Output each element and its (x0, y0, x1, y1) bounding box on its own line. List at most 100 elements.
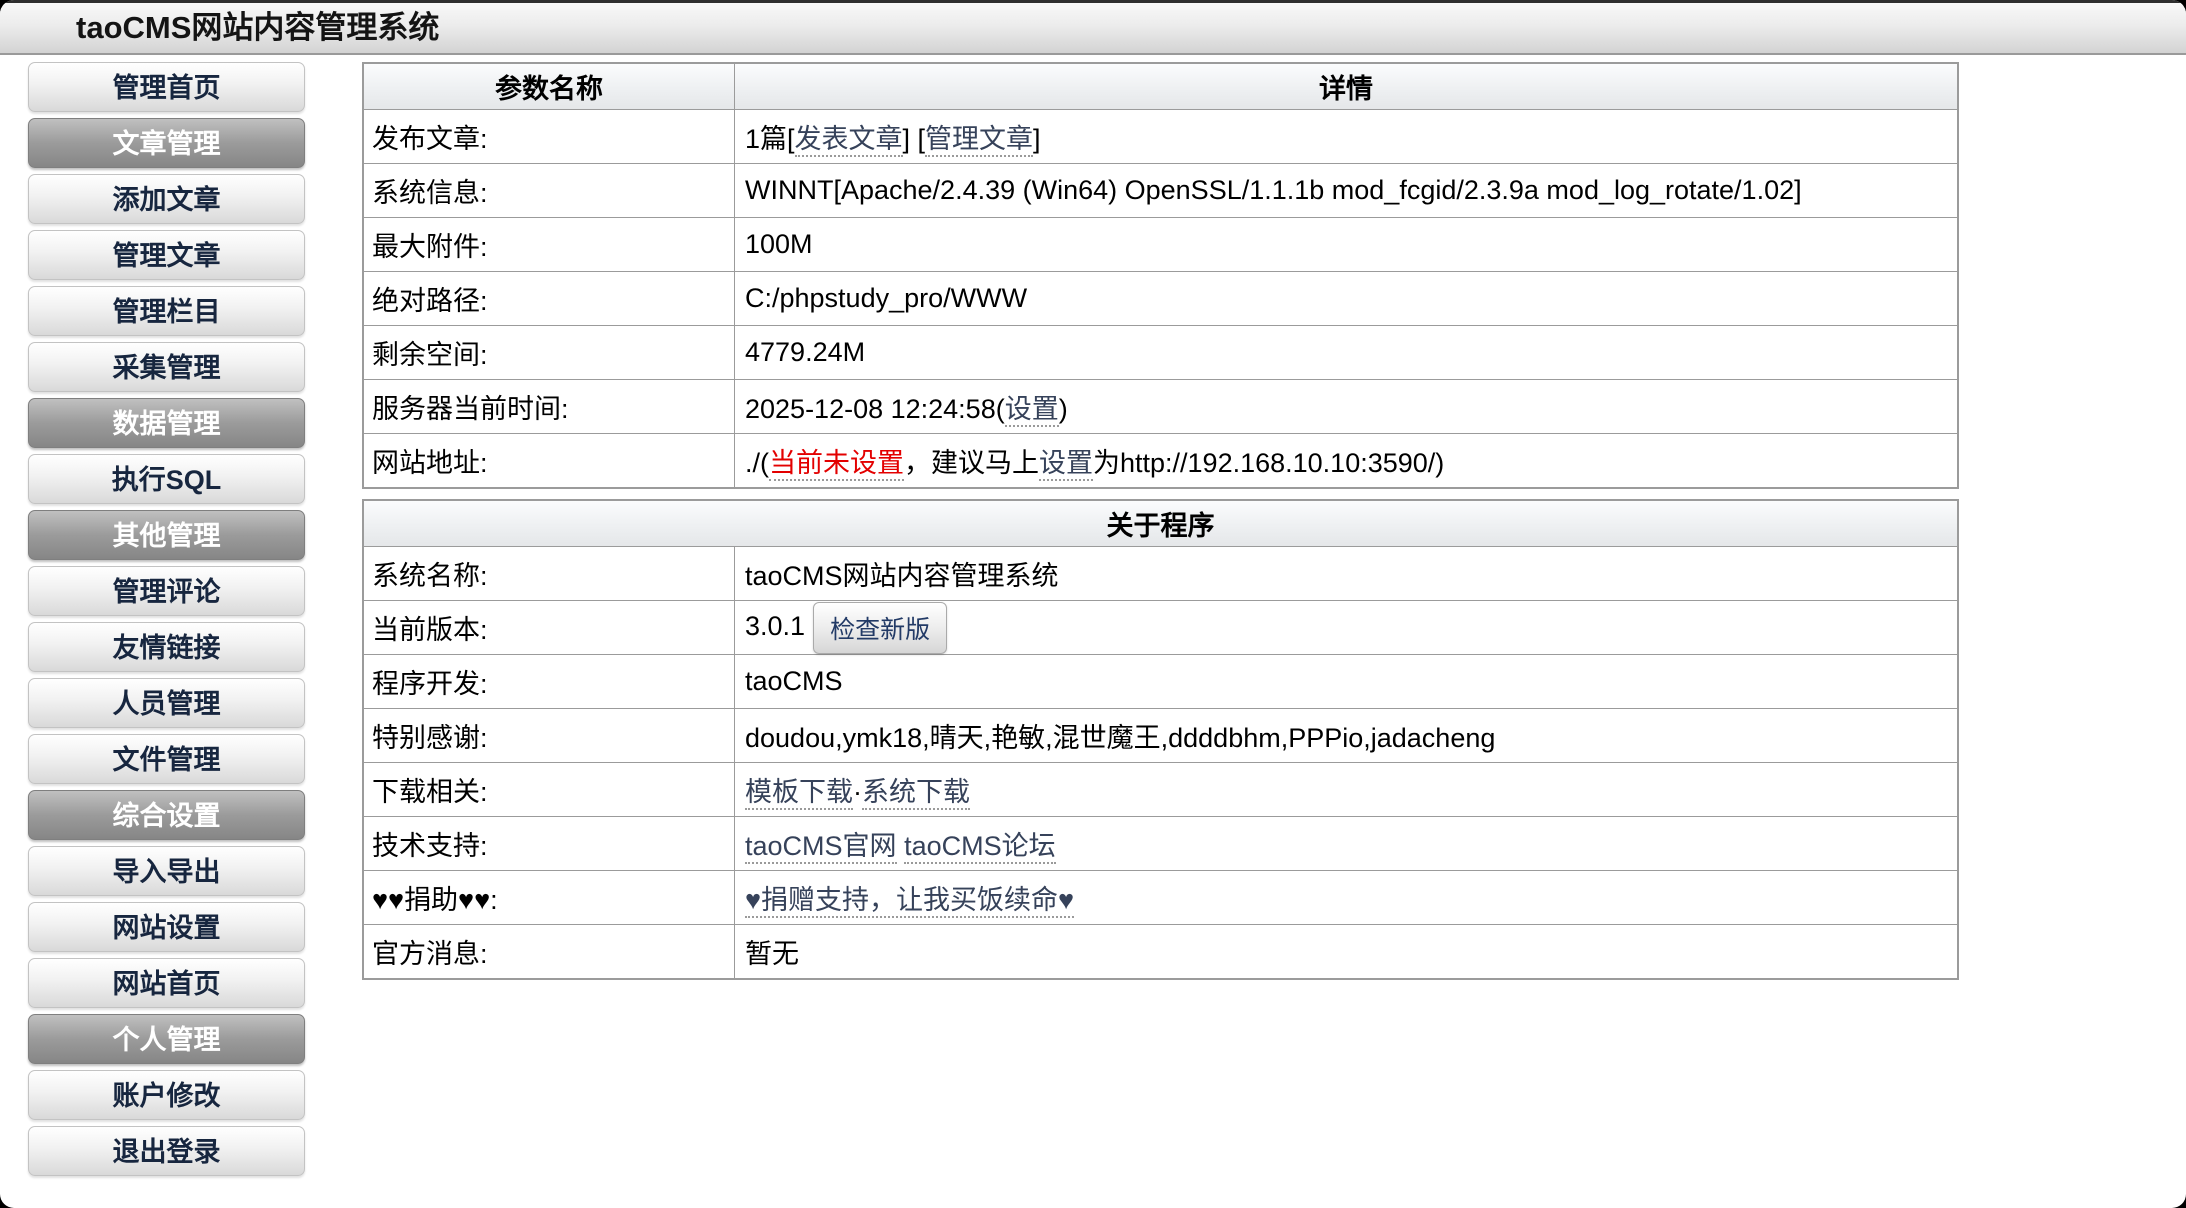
row-label: 特别感谢: (363, 709, 735, 763)
text-segment: 1篇[ (745, 124, 795, 154)
template-download-link[interactable]: 模板下载 (745, 777, 853, 810)
sidebar-item-add-article[interactable]: 添加文章 (28, 174, 305, 224)
text-segment: ] [ (903, 124, 926, 154)
row-detail: taoCMS官网 taoCMS论坛 (735, 817, 1959, 871)
sidebar-item-site-home[interactable]: 网站首页 (28, 958, 305, 1008)
row-label: 系统信息: (363, 164, 735, 218)
about-table-row: 系统名称: taoCMS网站内容管理系统 (363, 547, 1958, 601)
params-table-row: 绝对路径: C:/phpstudy_pro/WWW (363, 272, 1958, 326)
params-table-header-row: 参数名称 详情 (363, 63, 1958, 110)
sidebar-item-article-management[interactable]: 文章管理 (28, 118, 305, 168)
row-detail: ./(当前未设置，建议马上设置为http://192.168.10.10:359… (735, 434, 1959, 489)
set-time-link[interactable]: 设置 (1005, 394, 1059, 427)
sidebar-item-user-management[interactable]: 人员管理 (28, 678, 305, 728)
row-detail: ♥捐赠支持，让我买饭续命♥ (735, 871, 1959, 925)
sidebar-item-logout[interactable]: 退出登录 (28, 1126, 305, 1176)
donate-link[interactable]: ♥捐赠支持，让我买饭续命♥ (745, 885, 1074, 918)
sidebar-item-manage-article[interactable]: 管理文章 (28, 230, 305, 280)
row-detail: WINNT[Apache/2.4.39 (Win64) OpenSSL/1.1.… (735, 164, 1959, 218)
about-table-row: 程序开发: taoCMS (363, 655, 1958, 709)
text-segment: C:/phpstudy_pro/WWW (745, 283, 1027, 313)
manage-article-link[interactable]: 管理文章 (925, 124, 1033, 157)
text-segment: taoCMS网站内容管理系统 (745, 561, 1059, 591)
sidebar-item-file-management[interactable]: 文件管理 (28, 734, 305, 784)
text-segment: 4779.24M (745, 337, 865, 367)
text-segment: 暂无 (745, 939, 799, 969)
text-segment: 为http://192.168.10.10:3590/) (1093, 448, 1444, 478)
row-label: 官方消息: (363, 925, 735, 980)
row-detail: taoCMS (735, 655, 1959, 709)
row-label: 下载相关: (363, 763, 735, 817)
taocms-official-link[interactable]: taoCMS官网 (745, 831, 897, 864)
sidebar-item-data-management[interactable]: 数据管理 (28, 398, 305, 448)
params-header-detail: 详情 (735, 63, 1959, 110)
sidebar-item-account-modify[interactable]: 账户修改 (28, 1070, 305, 1120)
sidebar-item-home[interactable]: 管理首页 (28, 62, 305, 112)
params-table-row: 最大附件:100M (363, 218, 1958, 272)
sidebar-item-general-settings[interactable]: 综合设置 (28, 790, 305, 840)
text-segment: ./( (745, 448, 769, 478)
row-detail: doudou,ymk18,晴天,艳敏,混世魔王,ddddbhm,PPPio,ja… (735, 709, 1959, 763)
params-table-row: 服务器当前时间:2025-12-08 12:24:58(设置) (363, 380, 1958, 434)
about-table-row: 技术支持:taoCMS官网 taoCMS论坛 (363, 817, 1958, 871)
system-download-link[interactable]: 系统下载 (862, 777, 970, 810)
row-label: 最大附件: (363, 218, 735, 272)
sidebar-item-manage-comments[interactable]: 管理评论 (28, 566, 305, 616)
sidebar-item-execute-sql[interactable]: 执行SQL (28, 454, 305, 504)
text-segment (897, 831, 905, 861)
row-label: 绝对路径: (363, 272, 735, 326)
text-segment: 3.0.1 (745, 611, 805, 641)
text-segment: ，建议马上 (904, 448, 1039, 478)
sidebar: 管理首页文章管理添加文章管理文章管理栏目采集管理数据管理执行SQL 其他管理管理评… (28, 62, 305, 1182)
row-detail: taoCMS网站内容管理系统 (735, 547, 1959, 601)
row-label: 系统名称: (363, 547, 735, 601)
row-detail: 4779.24M (735, 326, 1959, 380)
app-title: taoCMS网站内容管理系统 (76, 10, 439, 45)
row-label: 当前版本: (363, 601, 735, 655)
about-table-header-row: 关于程序 (363, 500, 1958, 547)
check-new-version-button[interactable]: 检查新版 (813, 602, 947, 654)
page: taoCMS网站内容管理系统 管理首页文章管理添加文章管理文章管理栏目采集管理数… (0, 0, 2186, 1208)
about-table-row: 下载相关:模板下载·系统下载 (363, 763, 1958, 817)
not-set-warning-link[interactable]: 当前未设置 (769, 448, 904, 481)
sidebar-item-site-settings[interactable]: 网站设置 (28, 902, 305, 952)
text-segment: WINNT[Apache/2.4.39 (Win64) OpenSSL/1.1.… (745, 175, 1802, 205)
sidebar-item-friend-links[interactable]: 友情链接 (28, 622, 305, 672)
sidebar-item-import-export[interactable]: 导入导出 (28, 846, 305, 896)
sidebar-item-collect-management[interactable]: 采集管理 (28, 342, 305, 392)
publish-article-link[interactable]: 发表文章 (795, 124, 903, 157)
row-label: ♥♥捐助♥♥: (363, 871, 735, 925)
params-table-row: 网站地址:./(当前未设置，建议马上设置为http://192.168.10.1… (363, 434, 1958, 489)
params-table-row: 系统信息: WINNT[Apache/2.4.39 (Win64) OpenSSL… (363, 164, 1958, 218)
sidebar-item-personal-management[interactable]: 个人管理 (28, 1014, 305, 1064)
row-detail: C:/phpstudy_pro/WWW (735, 272, 1959, 326)
about-table-row: ♥♥捐助♥♥: ♥捐赠支持，让我买饭续命♥ (363, 871, 1958, 925)
about-header: 关于程序 (363, 500, 1958, 547)
about-table-row: 当前版本: 3.0.1 检查新版 (363, 601, 1958, 655)
text-segment: doudou,ymk18,晴天,艳敏,混世魔王,ddddbhm,PPPio,ja… (745, 723, 1495, 753)
sidebar-item-other-management[interactable]: 其他管理 (28, 510, 305, 560)
text-segment: 2025-12-08 12:24:58( (745, 394, 1005, 424)
row-label: 服务器当前时间: (363, 380, 735, 434)
titlebar: taoCMS网站内容管理系统 (0, 0, 2186, 55)
row-detail: 模板下载·系统下载 (735, 763, 1959, 817)
params-table-row: 发布文章: 1篇[发表文章] [管理文章] (363, 110, 1958, 164)
about-table: 关于程序 系统名称:taoCMS网站内容管理系统当前版本:3.0.1检查新版程序… (362, 499, 1959, 980)
row-label: 技术支持: (363, 817, 735, 871)
params-table-row: 剩余空间: 4779.24M (363, 326, 1958, 380)
params-table: 参数名称 详情 发布文章: 1篇[发表文章] [管理文章] 系统信息: WINNT[A… (362, 62, 1959, 489)
row-label: 网站地址: (363, 434, 735, 489)
taocms-forum-link[interactable]: taoCMS论坛 (904, 831, 1056, 864)
row-label: 剩余空间: (363, 326, 735, 380)
main-content: 参数名称 详情 发布文章: 1篇[发表文章] [管理文章] 系统信息: WINNT[A… (362, 62, 1959, 990)
row-detail: 3.0.1 检查新版 (735, 601, 1959, 655)
text-segment: ] (1033, 124, 1041, 154)
set-site-url-link[interactable]: 设置 (1039, 448, 1093, 481)
text-segment: · (853, 777, 862, 807)
text-segment: taoCMS (745, 666, 843, 696)
row-detail: 2025-12-08 12:24:58(设置) (735, 380, 1959, 434)
row-label: 发布文章: (363, 110, 735, 164)
sidebar-item-manage-category[interactable]: 管理栏目 (28, 286, 305, 336)
row-label: 程序开发: (363, 655, 735, 709)
params-header-name: 参数名称 (363, 63, 735, 110)
